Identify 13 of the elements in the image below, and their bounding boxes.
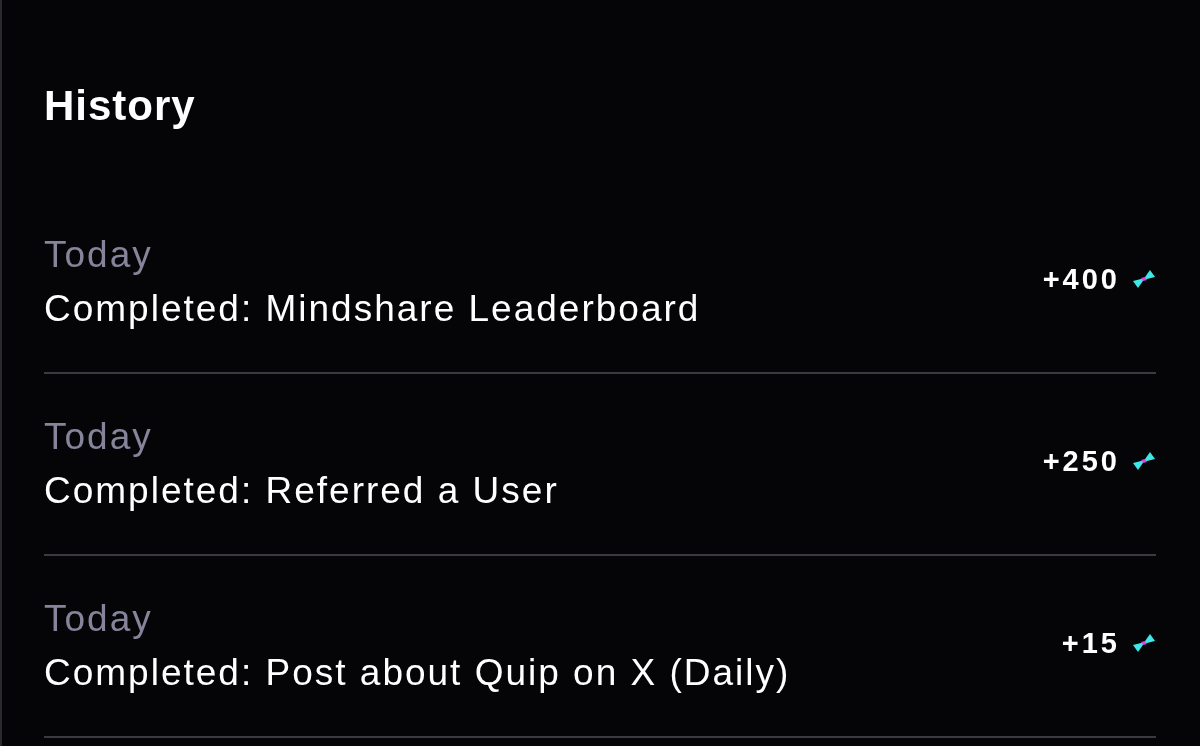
entry-description: Completed: Referred a User [44,471,559,511]
bowtie-icon [1132,269,1156,289]
entry-description: Completed: Post about Quip on X (Daily) [44,653,791,693]
section-title: History [44,82,196,130]
points-amount: +15 [1061,626,1120,660]
bowtie-icon [1132,451,1156,471]
entry-date: Today [44,417,153,457]
bowtie-icon [1132,633,1156,653]
entry-description: Completed: Mindshare Leaderboard [44,289,701,329]
entry-date: Today [44,599,153,639]
points-amount: +400 [1042,262,1120,296]
points-amount: +250 [1042,444,1120,478]
entry-date: Today [44,235,153,275]
